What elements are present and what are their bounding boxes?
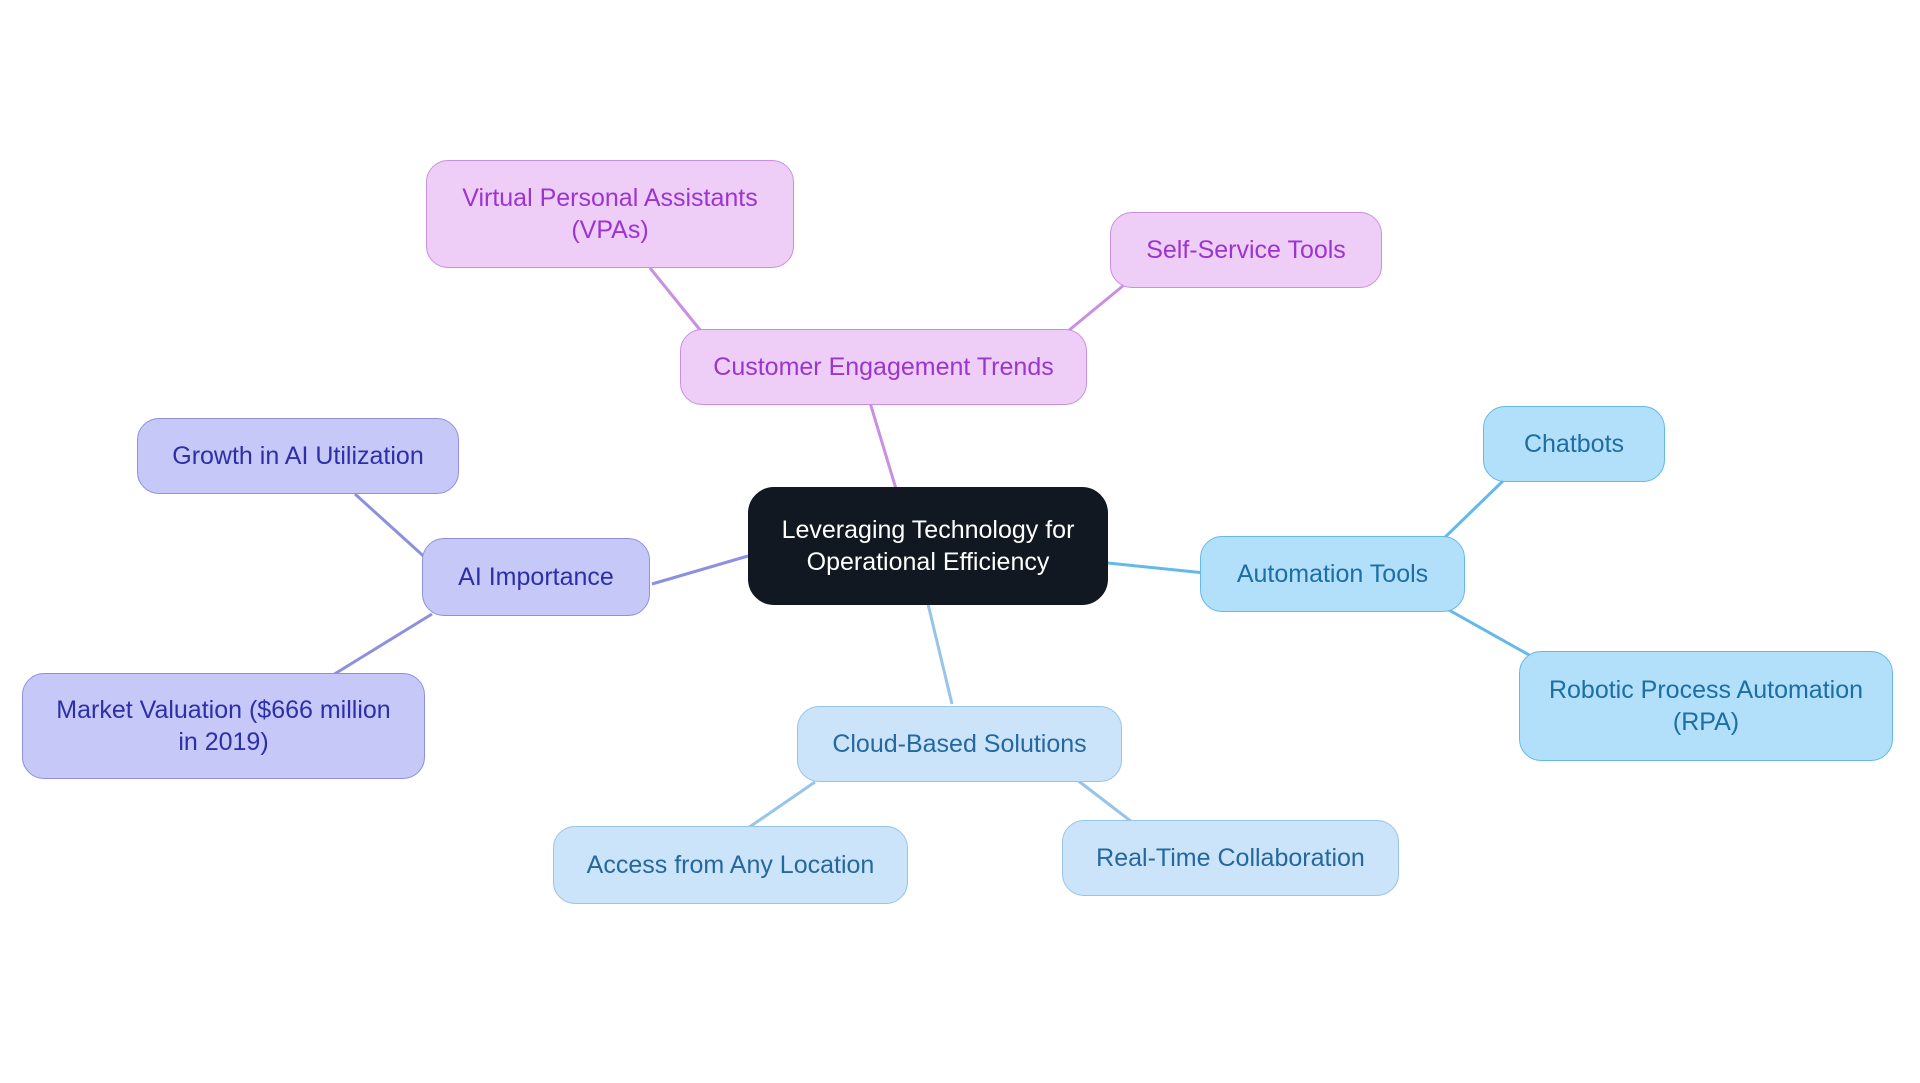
node-automation-tools[interactable]: Automation Tools — [1200, 536, 1465, 612]
node-growth-in-ai-utilization[interactable]: Growth in AI Utilization — [137, 418, 459, 494]
node-customer-engagement-trends[interactable]: Customer Engagement Trends — [680, 329, 1087, 405]
mind-map-canvas: Leveraging Technology for Operational Ef… — [0, 0, 1920, 1083]
node-self-service-tools[interactable]: Self-Service Tools — [1110, 212, 1382, 288]
edge-cloud-to-realtime-collab — [1071, 774, 1133, 824]
node-real-time-collaboration-label: Real-Time Collaboration — [1096, 844, 1365, 872]
node-root[interactable]: Leveraging Technology for Operational Ef… — [748, 487, 1108, 605]
node-access-from-any-location-label: Access from Any Location — [586, 851, 875, 879]
node-real-time-collaboration[interactable]: Real-Time Collaboration — [1062, 820, 1399, 896]
edge-automation-tools-to-chatbots — [1435, 476, 1508, 547]
node-cloud-based-solutions[interactable]: Cloud-Based Solutions — [797, 706, 1122, 782]
node-virtual-personal-assistants[interactable]: Virtual Personal Assistants (VPAs) — [426, 160, 794, 268]
node-root-label: Leveraging Technology for Operational Ef… — [781, 516, 1075, 576]
node-virtual-personal-assistants-label: Virtual Personal Assistants (VPAs) — [462, 184, 758, 244]
node-cloud-based-solutions-label: Cloud-Based Solutions — [832, 730, 1087, 758]
node-ai-importance-label: AI Importance — [458, 563, 614, 591]
edge-root-to-cloud-solutions — [926, 603, 954, 705]
node-automation-tools-label: Automation Tools — [1236, 560, 1429, 588]
node-market-valuation[interactable]: Market Valuation ($666 million in 2019) — [22, 673, 425, 779]
node-robotic-process-automation-label: Robotic Process Automation (RPA) — [1548, 676, 1864, 736]
edge-automation-tools-to-rpa — [1439, 603, 1539, 662]
edge-ai-importance-to-market-valuation — [327, 612, 433, 680]
node-ai-importance[interactable]: AI Importance — [422, 538, 650, 616]
node-chatbots-label: Chatbots — [1523, 430, 1625, 458]
edge-ai-importance-to-growth — [353, 492, 432, 564]
node-growth-in-ai-utilization-label: Growth in AI Utilization — [172, 442, 424, 470]
edge-cloud-to-access-any-location — [747, 780, 816, 830]
edge-customer-engagement-to-vpas — [648, 267, 707, 337]
node-customer-engagement-trends-label: Customer Engagement Trends — [713, 353, 1054, 381]
node-self-service-tools-label: Self-Service Tools — [1146, 236, 1346, 264]
edge-root-to-automation-tools — [1107, 561, 1206, 575]
edge-customer-engagement-to-self-service — [1061, 283, 1125, 338]
node-robotic-process-automation[interactable]: Robotic Process Automation (RPA) — [1519, 651, 1893, 761]
edge-root-to-ai-importance — [651, 554, 749, 586]
node-market-valuation-label: Market Valuation ($666 million in 2019) — [56, 696, 391, 756]
node-access-from-any-location[interactable]: Access from Any Location — [553, 826, 908, 904]
node-chatbots[interactable]: Chatbots — [1483, 406, 1665, 482]
